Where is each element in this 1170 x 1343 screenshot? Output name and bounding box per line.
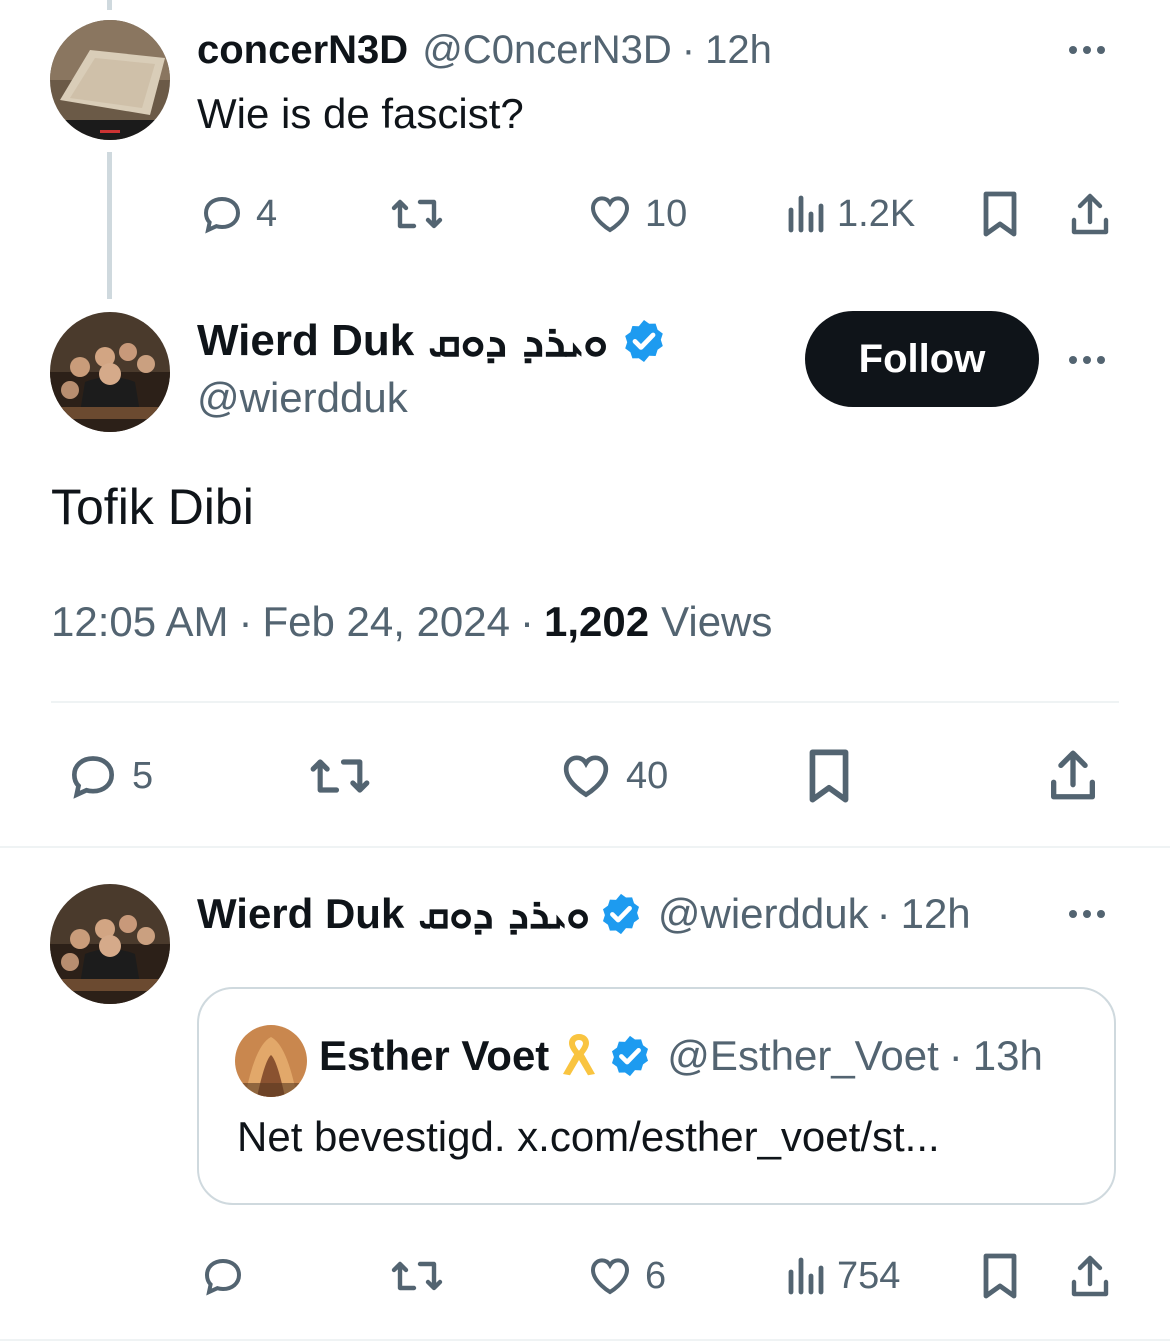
retweet-icon (310, 759, 370, 793)
author-name[interactable]: Wierd Duk (197, 890, 404, 938)
more-icon[interactable] (1069, 46, 1105, 54)
views-button[interactable]: 754 (785, 1252, 900, 1300)
like-button[interactable]: 10 (585, 190, 687, 238)
like-count: 40 (626, 754, 669, 797)
like-button[interactable]: 40 (556, 748, 668, 804)
share-icon (1071, 193, 1109, 235)
reply-button[interactable]: 4 (198, 190, 277, 238)
bookmark-icon (809, 749, 849, 803)
retweet-button[interactable] (388, 1252, 446, 1300)
author-name-script: ܘܝܪܕ ܕܘܩ (428, 315, 608, 367)
like-button[interactable]: 6 (585, 1252, 666, 1300)
separator: · (681, 27, 696, 72)
reply-button[interactable]: 5 (64, 748, 153, 804)
avatar-concern3d[interactable] (50, 20, 170, 140)
views-count: 754 (837, 1254, 901, 1297)
thread-line-top (107, 0, 112, 10)
verified-icon (625, 320, 663, 362)
author-name-script: ܘܝܪܕ ܕܘܩ (418, 889, 590, 938)
quote-text[interactable]: Net bevestigd. x.com/esther_voet/st... (237, 1113, 940, 1161)
reply-icon (204, 1258, 242, 1296)
views-label: Views (661, 598, 773, 645)
reply-button[interactable] (198, 1252, 248, 1300)
tweet-time[interactable]: 12h (901, 890, 971, 938)
ribbon-icon (563, 1034, 596, 1076)
share-button[interactable] (1066, 190, 1114, 238)
reply-count: 5 (132, 754, 154, 797)
tweet-text: Tofik Dibi (51, 479, 254, 535)
separator: · (948, 1032, 963, 1079)
retweet-icon (391, 199, 443, 229)
like-icon (590, 1258, 630, 1295)
reply-icon (71, 756, 115, 799)
like-icon (563, 755, 609, 798)
quote-time[interactable]: 13h (973, 1032, 1043, 1080)
like-count: 6 (645, 1254, 667, 1297)
author-handle[interactable]: @wierdduk (658, 890, 869, 938)
retweet-button[interactable] (305, 748, 375, 804)
like-icon (590, 196, 630, 233)
tweet-time[interactable]: 12h (705, 28, 772, 73)
views-count: 1.2K (837, 192, 916, 235)
verified-icon (612, 1035, 649, 1077)
bookmark-button[interactable] (978, 190, 1022, 238)
like-count: 10 (645, 192, 688, 235)
avatar-wierdduk[interactable] (50, 884, 170, 1004)
author-handle[interactable]: @C0ncerN3D (422, 28, 672, 73)
author-name[interactable]: concerN3D (197, 28, 408, 73)
views-icon (788, 1257, 824, 1295)
tweet-date[interactable]: Feb 24, 2024 (262, 598, 510, 646)
separator: · (238, 598, 253, 645)
retweet-icon (391, 1261, 443, 1291)
bookmark-icon (983, 191, 1017, 237)
share-button[interactable] (1066, 1252, 1114, 1300)
avatar-esther-voet[interactable] (235, 1025, 307, 1097)
views-button[interactable]: 1.2K (785, 190, 915, 238)
verified-icon (602, 893, 639, 935)
tweet-text: Wie is de fascist? (197, 90, 524, 137)
bookmark-button[interactable] (978, 1252, 1022, 1300)
share-button[interactable] (1044, 746, 1102, 804)
separator: · (520, 598, 534, 645)
avatar-wierdduk[interactable] (50, 312, 170, 432)
divider (0, 846, 1170, 848)
views-count: 1,202 (544, 598, 650, 645)
divider (0, 1339, 1170, 1341)
reply-count: 4 (256, 192, 278, 235)
more-icon[interactable] (1069, 356, 1105, 364)
bookmark-icon (983, 1253, 1017, 1299)
author-handle[interactable]: @wierdduk (197, 374, 408, 422)
reply-icon (203, 196, 241, 234)
author-name[interactable]: Wierd Duk (197, 316, 414, 366)
views-icon (788, 195, 824, 233)
share-icon (1071, 1255, 1109, 1297)
retweet-button[interactable] (388, 190, 446, 238)
quote-tweet-card[interactable]: Esther Voet @Esther_Voet · 13h Net beves… (197, 987, 1116, 1205)
tweet-time[interactable]: 12:05 AM (51, 598, 228, 646)
more-icon[interactable] (1069, 910, 1105, 918)
quote-author-name[interactable]: Esther Voet (319, 1032, 549, 1080)
share-icon (1051, 750, 1095, 800)
divider (51, 701, 1119, 703)
quote-author-handle[interactable]: @Esther_Voet (667, 1032, 938, 1080)
bookmark-button[interactable] (803, 746, 855, 806)
follow-button[interactable]: Follow (805, 311, 1039, 407)
separator: · (876, 890, 891, 937)
thread-line (107, 152, 112, 299)
